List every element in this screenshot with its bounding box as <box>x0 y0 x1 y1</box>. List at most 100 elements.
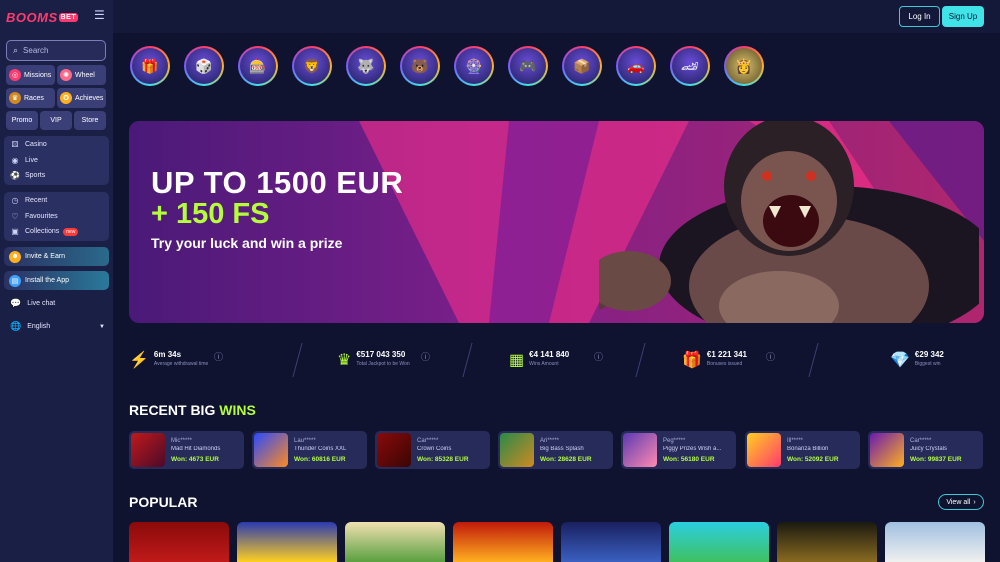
stat-value: €29 342 <box>914 350 944 359</box>
category-icon-8[interactable]: 🎮 <box>508 46 548 86</box>
sidebar-item-recent[interactable]: ◷ Recent <box>4 193 109 209</box>
medal-icon: ✪ <box>60 92 72 104</box>
popular-game-card[interactable] <box>453 522 553 562</box>
login-button[interactable]: Log In <box>899 6 940 27</box>
category-icon-10[interactable]: 🚗 <box>616 46 656 86</box>
info-icon[interactable]: ⓘ <box>766 350 775 363</box>
sidebar-item-favourites[interactable]: ♡ Favourites <box>4 209 109 225</box>
stat-biggest-win: 💎 €29 342 Biggest win <box>890 350 944 370</box>
invite-earn-button[interactable]: ☻ Invite & Earn <box>4 247 109 266</box>
missions-button[interactable]: ◎ Missions <box>6 65 55 85</box>
win-game: Crown Coins <box>417 445 452 452</box>
game-category-icon: 🏎 <box>672 48 708 84</box>
live-icon: ◉ <box>11 155 19 165</box>
game-thumbnail <box>254 433 288 467</box>
win-user: Ill***** <box>787 437 804 444</box>
category-icon-4[interactable]: 🦁 <box>292 46 332 86</box>
wheel-icon: ✺ <box>60 69 72 81</box>
recent-wins-heading: RECENT BIG WINS <box>129 402 256 418</box>
tab-vip[interactable]: VIP <box>40 111 72 130</box>
category-icon-12[interactable]: 👸 <box>724 46 764 86</box>
achieves-label: Achieves <box>75 94 104 102</box>
win-user: Peg***** <box>663 437 686 444</box>
view-all-button[interactable]: View all › <box>938 494 984 510</box>
clock-icon: ◷ <box>11 196 19 206</box>
win-amount: Won: 85328 EUR <box>417 455 469 463</box>
win-card[interactable]: Lau***** Thunder Coins XXL Won: 60816 EUR <box>252 431 367 469</box>
divider <box>635 343 646 377</box>
ball-icon: ⚽ <box>10 171 20 181</box>
casino-label: Casino <box>25 141 47 149</box>
achieves-button[interactable]: ✪ Achieves <box>57 88 106 108</box>
win-card[interactable]: Car***** Juicy Crystals Won: 99837 EUR <box>868 431 983 469</box>
category-icon-7[interactable]: 🎡 <box>454 46 494 86</box>
game-category-icon: 🐻 <box>402 48 438 84</box>
wheel-button[interactable]: ✺ Wheel <box>57 65 106 85</box>
win-card[interactable]: Mic***** Mad Hit Diamonds Won: 4673 EUR <box>129 431 244 469</box>
win-amount: Won: 60816 EUR <box>294 455 346 463</box>
signup-button[interactable]: Sign Up <box>942 6 984 27</box>
info-icon[interactable]: ⓘ <box>421 350 430 363</box>
popular-game-card[interactable] <box>885 522 985 562</box>
races-button[interactable]: ♛ Races <box>6 88 55 108</box>
missions-label: Missions <box>24 71 52 79</box>
recent-label: Recent <box>25 197 48 205</box>
sidebar-item-collections[interactable]: ▣ Collections new <box>4 224 109 240</box>
game-thumbnail <box>623 433 657 467</box>
win-card[interactable]: Car***** Crown Coins Won: 85328 EUR <box>375 431 490 469</box>
chevron-down-icon: ▼ <box>99 323 105 330</box>
info-icon[interactable]: ⓘ <box>594 350 603 363</box>
category-icon-11[interactable]: 🏎 <box>670 46 710 86</box>
divider <box>808 343 819 377</box>
tab-promo[interactable]: Promo <box>6 111 38 130</box>
tab-store-label: Store <box>81 117 99 124</box>
heart-icon: ♡ <box>11 211 19 221</box>
brand-logo[interactable]: BOOMS BET <box>6 6 79 28</box>
category-icon-5[interactable]: 🐺 <box>346 46 386 86</box>
wheel-label: Wheel <box>75 71 95 79</box>
game-category-icon: 🐺 <box>348 48 384 84</box>
game-category-icon: 👸 <box>726 48 762 84</box>
stat-value: €4 141 840 <box>529 350 570 359</box>
category-icon-3[interactable]: 🎰 <box>238 46 278 86</box>
main-nav: ⚄ Casino ◉ Live ⚽ Sports <box>4 136 109 185</box>
sports-label: Sports <box>25 172 46 180</box>
tab-store[interactable]: Store <box>74 111 106 130</box>
live-chat-link[interactable]: 💬 Live chat <box>10 298 55 309</box>
win-card[interactable]: Ari***** Big Bass Splash Won: 28628 EUR <box>498 431 613 469</box>
top-bar <box>113 0 1000 33</box>
tab-vip-label: VIP <box>50 117 62 124</box>
game-thumbnail <box>870 433 904 467</box>
win-user: Car***** <box>417 437 439 444</box>
search-input[interactable]: ⌕ Search <box>6 40 106 61</box>
brand-name: BOOMS <box>6 9 58 25</box>
popular-game-card[interactable] <box>129 522 229 562</box>
category-icon-1[interactable]: 🎁 <box>130 46 170 86</box>
sidebar-item-casino[interactable]: ⚄ Casino <box>4 137 109 153</box>
popular-game-card[interactable] <box>345 522 445 562</box>
sidebar-item-live[interactable]: ◉ Live <box>4 153 109 169</box>
popular-game-card[interactable] <box>237 522 337 562</box>
divider <box>292 343 303 377</box>
info-icon[interactable]: ⓘ <box>214 350 223 363</box>
popular-game-card[interactable] <box>561 522 661 562</box>
language-select[interactable]: 🌐 English ▼ <box>10 321 105 332</box>
invite-label: Invite & Earn <box>25 253 66 260</box>
app-icon: ▤ <box>9 274 21 287</box>
promo-banner[interactable]: UP TO 1500 EUR + 150 FS Try your luck an… <box>129 121 984 323</box>
category-icon-2[interactable]: 🎲 <box>184 46 224 86</box>
popular-game-card[interactable] <box>669 522 769 562</box>
trophy-icon: ♛ <box>9 92 21 104</box>
divider <box>462 343 473 377</box>
win-card[interactable]: Ill***** Bonanza Billion Won: 52092 EUR <box>745 431 860 469</box>
sidebar-item-sports[interactable]: ⚽ Sports <box>4 168 109 184</box>
stat-withdrawal: ⚡ 6m 34s Average withdrawal time <box>129 350 208 370</box>
menu-icon[interactable]: ☰ <box>94 9 106 21</box>
popular-game-card[interactable] <box>777 522 877 562</box>
category-icon-6[interactable]: 🐻 <box>400 46 440 86</box>
search-placeholder: Search <box>23 46 49 55</box>
win-amount: Won: 56180 EUR <box>663 455 715 463</box>
install-app-button[interactable]: ▤ Install the App <box>4 271 109 290</box>
win-card[interactable]: Peg***** Piggy Prizes Wish a... Won: 56180… <box>621 431 736 469</box>
category-icon-9[interactable]: 📦 <box>562 46 602 86</box>
